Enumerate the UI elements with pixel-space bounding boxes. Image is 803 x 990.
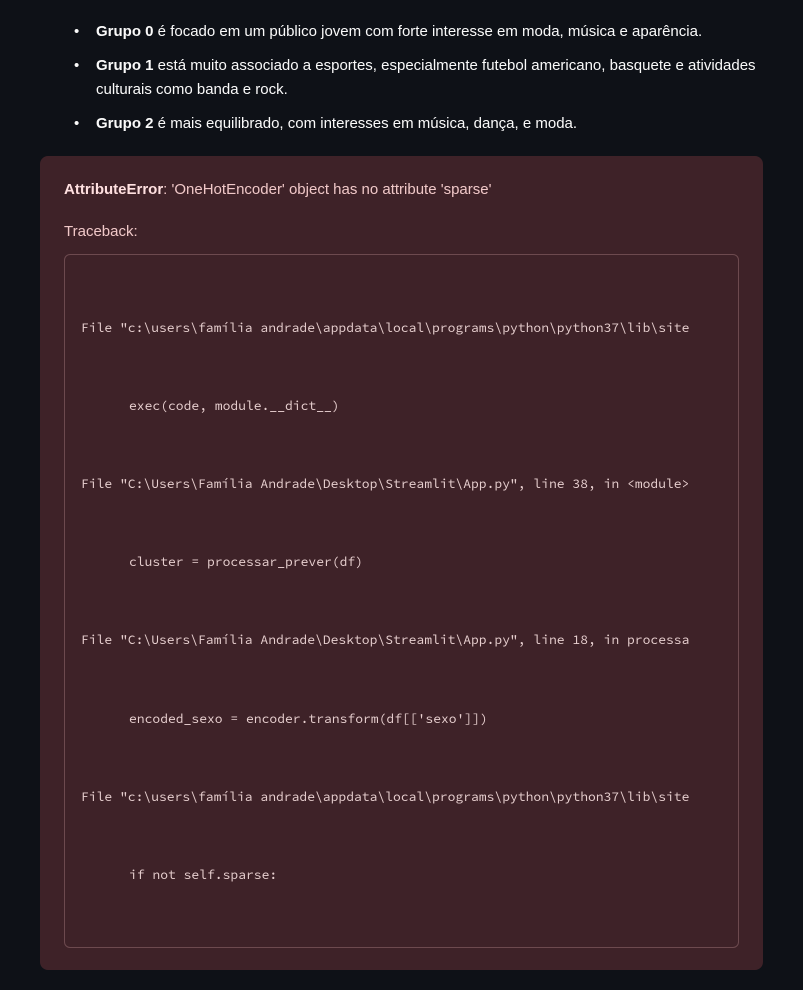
traceback-code-line: exec(code, module.__dict__): [81, 394, 722, 417]
group-text: é focado em um público jovem com forte i…: [154, 23, 703, 40]
traceback-label: Traceback:: [64, 220, 739, 244]
list-item: Grupo 1 está muito associado a esportes,…: [70, 54, 763, 102]
error-title: AttributeError: 'OneHotEncoder' object h…: [64, 178, 739, 202]
traceback-file-line: File "C:\Users\Família Andrade\Desktop\S…: [81, 628, 722, 651]
group-text: está muito associado a esportes, especia…: [96, 57, 756, 98]
group-label: Grupo 1: [96, 57, 154, 74]
error-alert: AttributeError: 'OneHotEncoder' object h…: [40, 156, 763, 970]
traceback-file-line: File "c:\users\família andrade\appdata\l…: [81, 785, 722, 808]
list-item: Grupo 2 é mais equilibrado, com interess…: [70, 112, 763, 136]
traceback-file-line: File "c:\users\família andrade\appdata\l…: [81, 316, 722, 339]
error-name: AttributeError: [64, 181, 163, 198]
traceback-code-line: cluster = processar_prever(df): [81, 550, 722, 573]
traceback-code-line: encoded_sexo = encoder.transform(df[['se…: [81, 707, 722, 730]
traceback-file-line: File "C:\Users\Família Andrade\Desktop\S…: [81, 472, 722, 495]
group-label: Grupo 0: [96, 23, 154, 40]
group-label: Grupo 2: [96, 115, 154, 132]
error-message: : 'OneHotEncoder' object has no attribut…: [163, 181, 491, 198]
group-text: é mais equilibrado, com interesses em mú…: [154, 115, 578, 132]
list-item: Grupo 0 é focado em um público jovem com…: [70, 20, 763, 44]
group-description-list: Grupo 0 é focado em um público jovem com…: [70, 20, 763, 136]
traceback-block: File "c:\users\família andrade\appdata\l…: [64, 254, 739, 948]
traceback-code-line: if not self.sparse:: [81, 863, 722, 886]
